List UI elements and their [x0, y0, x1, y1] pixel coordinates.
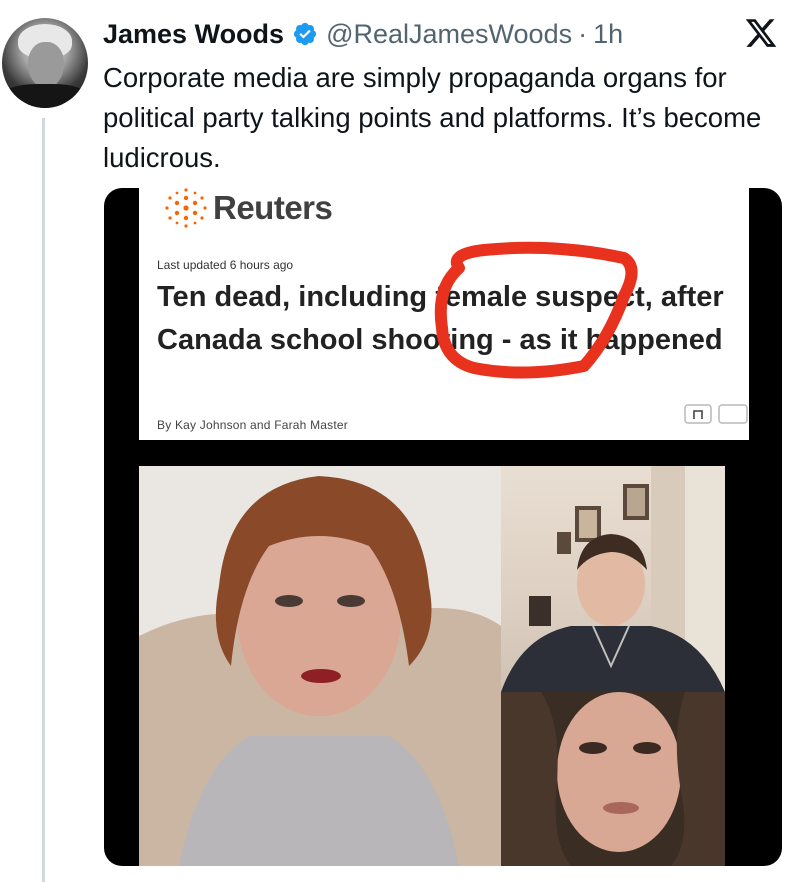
author-name[interactable]: James Woods	[103, 19, 284, 50]
photo-left	[139, 466, 501, 866]
tweet-media[interactable]: Reuters Last updated 6 hours ago Ten dea…	[104, 188, 782, 866]
article-byline: By Kay Johnson and Farah Master	[157, 418, 348, 432]
photo-right-top-illustration	[501, 466, 725, 692]
avatar-face	[28, 42, 64, 88]
tweet: James Woods @RealJamesWoods · 1h Corpora…	[0, 0, 800, 882]
header-separator: ·	[578, 18, 588, 49]
avatar-shoulders	[2, 84, 88, 108]
tweet-header: James Woods @RealJamesWoods · 1h	[103, 12, 623, 56]
author-avatar[interactable]	[2, 18, 88, 108]
article-screenshot: Reuters Last updated 6 hours ago Ten dea…	[139, 188, 749, 440]
photo-left-illustration	[139, 466, 501, 866]
thread-line	[42, 118, 45, 882]
tweet-timestamp[interactable]: 1h	[593, 19, 623, 50]
tweet-text: Corporate media are simply propaganda or…	[103, 62, 762, 173]
photo-right-bottom-illustration	[501, 692, 725, 866]
reuters-dots-icon	[165, 188, 207, 228]
photo-right-top	[501, 466, 725, 692]
x-logo-icon	[745, 19, 777, 47]
article-headline: Ten dead, including female suspect, afte…	[157, 281, 724, 356]
article-last-updated: Last updated 6 hours ago	[157, 258, 294, 272]
bookmark-icon	[684, 404, 748, 424]
author-handle[interactable]: @RealJamesWoods	[326, 19, 572, 50]
reuters-logo: Reuters	[163, 188, 333, 228]
publisher-name: Reuters	[213, 189, 333, 226]
photo-right-bottom	[501, 692, 725, 866]
verified-badge-icon	[293, 22, 317, 46]
